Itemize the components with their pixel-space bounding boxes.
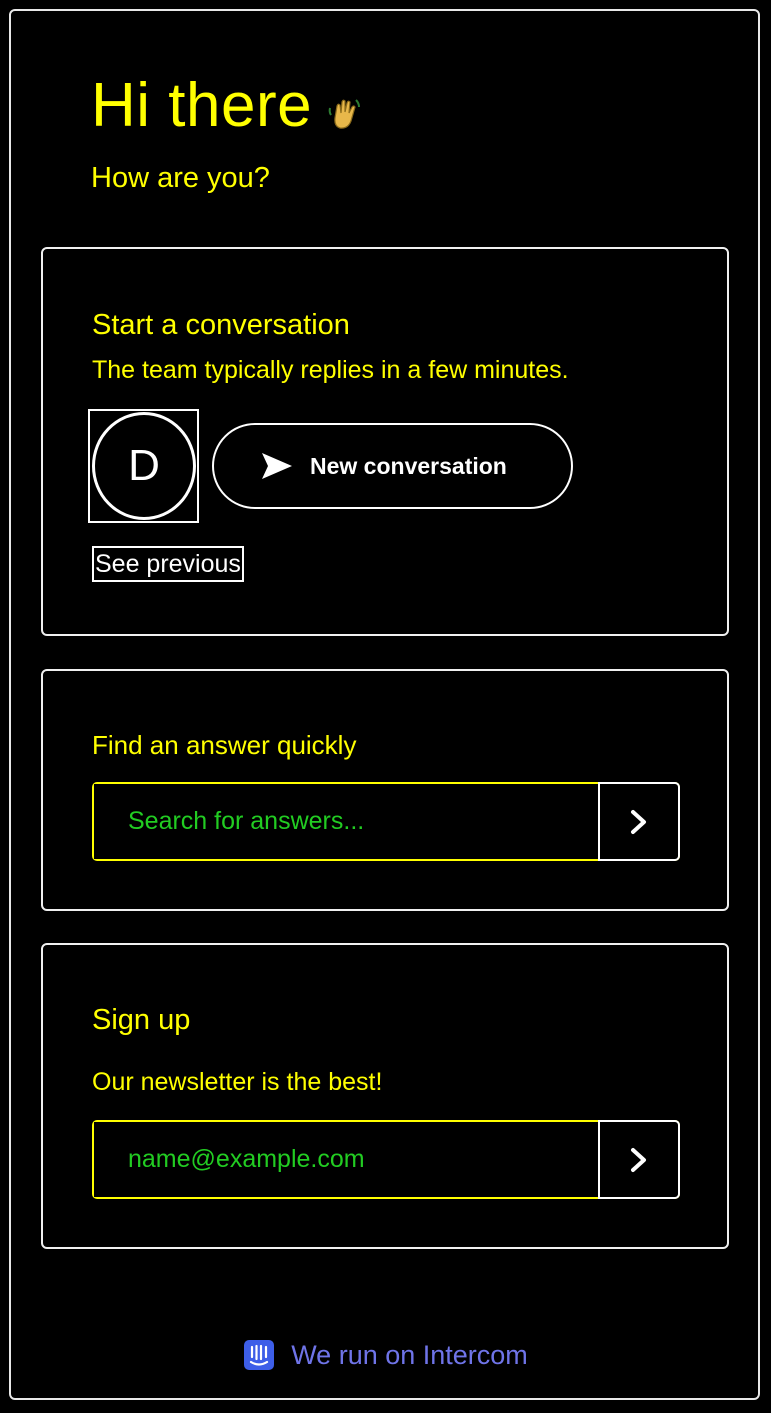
find-answer-card: Find an answer quickly bbox=[41, 669, 729, 911]
signup-title: Sign up bbox=[92, 1004, 191, 1036]
send-arrow-icon bbox=[262, 453, 292, 479]
new-conversation-label: New conversation bbox=[310, 452, 507, 479]
search-submit-button[interactable] bbox=[598, 782, 680, 861]
reply-time-text: The team typically replies in a few minu… bbox=[92, 356, 569, 384]
email-input-group bbox=[92, 1120, 680, 1199]
signup-card: Sign up Our newsletter is the best! bbox=[41, 943, 729, 1249]
see-previous-link[interactable]: See previous bbox=[92, 546, 244, 582]
start-conversation-title: Start a conversation bbox=[92, 309, 350, 341]
search-input-group bbox=[92, 782, 680, 861]
start-conversation-card: Start a conversation The team typically … bbox=[41, 247, 729, 636]
find-answer-title: Find an answer quickly bbox=[92, 730, 357, 760]
intercom-logo-icon bbox=[244, 1340, 275, 1370]
footer-text: We run on Intercom bbox=[291, 1340, 528, 1370]
search-input[interactable] bbox=[94, 784, 598, 859]
chevron-right-icon bbox=[631, 1147, 646, 1172]
greeting-heading: Hi there bbox=[91, 70, 362, 142]
avatar-initial: D bbox=[92, 412, 196, 520]
email-field[interactable] bbox=[94, 1122, 598, 1197]
waving-hand-icon bbox=[328, 99, 361, 129]
signup-submit-button[interactable] bbox=[598, 1120, 680, 1199]
greeting-text: Hi there bbox=[91, 71, 313, 140]
chevron-right-icon bbox=[631, 809, 646, 834]
subgreeting: How are you? bbox=[91, 162, 270, 194]
new-conversation-button[interactable]: New conversation bbox=[212, 423, 573, 509]
intercom-footer-link[interactable]: We run on Intercom bbox=[0, 1338, 771, 1372]
team-avatar: D bbox=[88, 409, 199, 523]
newsletter-text: Our newsletter is the best! bbox=[92, 1068, 383, 1096]
